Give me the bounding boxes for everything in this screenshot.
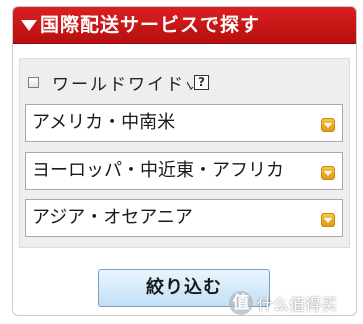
intl-shipping-search-widget: 国際配送サービスで探す ワールドワイド ? アメリカ・中南米 ヨーロッパ・中近東… — [12, 6, 357, 316]
region-select-value: アメリカ・中南米 — [32, 112, 176, 133]
collapse-triangle-icon[interactable] — [21, 20, 37, 31]
dropdown-arrow-icon[interactable] — [321, 166, 335, 180]
help-question-mark: ? — [194, 74, 209, 90]
region-select-asia-oceania[interactable]: アジア・オセアニア — [25, 199, 343, 237]
region-select-value: ヨーロッパ・中近東・アフリカ — [32, 160, 284, 181]
worldwide-label[interactable]: ワールドワイド — [52, 70, 185, 95]
widget-header[interactable]: 国際配送サービスで探す — [13, 7, 356, 44]
region-select-americas[interactable]: アメリカ・中南米 — [25, 104, 343, 142]
help-icon[interactable]: ? — [187, 74, 209, 90]
help-pointer-icon — [187, 81, 194, 90]
dropdown-arrow-icon[interactable] — [321, 118, 335, 132]
filter-panel: ワールドワイド ? アメリカ・中南米 ヨーロッパ・中近東・アフリカ アジア・オセ… — [19, 58, 350, 248]
site-watermark: 值 什么值得买 — [229, 291, 337, 315]
worldwide-checkbox[interactable] — [28, 76, 39, 88]
region-select-europe-mideast-africa[interactable]: ヨーロッパ・中近東・アフリカ — [25, 152, 343, 190]
dropdown-arrow-icon[interactable] — [321, 213, 335, 227]
worldwide-option: ワールドワイド ? — [28, 69, 209, 95]
watermark-logo-icon: 值 — [229, 291, 253, 315]
region-select-value: アジア・オセアニア — [32, 207, 193, 228]
widget-title: 国際配送サービスで探す — [40, 14, 261, 36]
watermark-text: 什么值得买 — [257, 295, 338, 314]
